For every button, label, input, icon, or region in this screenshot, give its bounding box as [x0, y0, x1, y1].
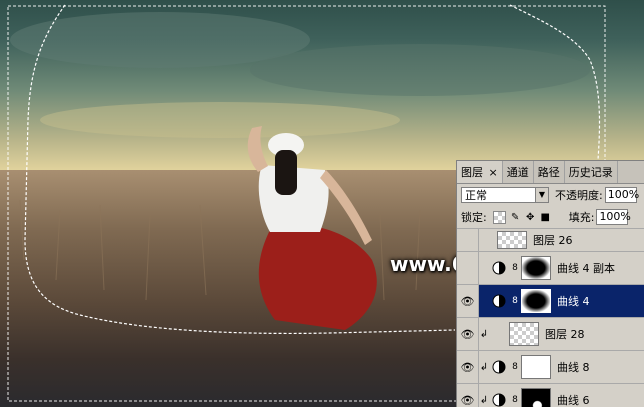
- layer-name: 曲线 6: [557, 394, 590, 407]
- fill-input[interactable]: 100%: [596, 209, 631, 225]
- layer-row[interactable]: 👁 ↲ 图层 28: [457, 317, 644, 350]
- clipping-arrow-icon: ↲: [479, 394, 489, 406]
- tab-history-label: 历史记录: [568, 166, 613, 179]
- layer-mask-thumbnail: [521, 355, 551, 379]
- clipping-arrow-icon: ↲: [479, 361, 489, 373]
- adjustment-layer-icon: [492, 294, 506, 308]
- layers-panel[interactable]: 图层 × 通道 路径 历史记录 正常 ▼ 不透明度: 100% 锁定: ✎ ✥ …: [456, 160, 644, 407]
- lock-icon[interactable]: ■: [540, 212, 551, 223]
- chain-link-icon[interactable]: 8: [511, 263, 519, 273]
- blend-row: 正常 ▼ 不透明度: 100%: [457, 184, 644, 206]
- layer-row[interactable]: 图层 26: [457, 228, 644, 251]
- blend-mode-select[interactable]: 正常 ▼: [461, 187, 549, 203]
- blend-mode-value: 正常: [465, 189, 487, 202]
- tab-channels[interactable]: 通道: [503, 161, 534, 183]
- chevron-down-icon[interactable]: ▼: [535, 188, 548, 202]
- layer-mask-thumbnail: [521, 388, 551, 407]
- adjustment-layer-icon: [492, 261, 506, 275]
- eye-icon[interactable]: 👁: [457, 351, 479, 383]
- layer-mask-thumbnail: [521, 256, 551, 280]
- fill-label: 填充:: [568, 211, 595, 224]
- eye-icon[interactable]: 👁: [457, 384, 479, 407]
- layer-row[interactable]: 8 曲线 4 副本: [457, 251, 644, 284]
- tab-layers[interactable]: 图层 ×: [457, 161, 503, 183]
- chain-link-icon[interactable]: 8: [511, 395, 519, 405]
- tab-channels-label: 通道: [506, 166, 529, 179]
- chain-link-icon[interactable]: 8: [511, 362, 519, 372]
- eye-icon[interactable]: 👁: [457, 318, 479, 350]
- tab-layers-label: 图层: [461, 166, 483, 179]
- layer-name: 图层 26: [533, 234, 573, 247]
- clipping-arrow-icon: ↲: [479, 328, 489, 340]
- close-icon[interactable]: ×: [489, 166, 498, 179]
- layer-thumbnail: [497, 231, 527, 249]
- layer-row[interactable]: 👁 ↲ 8 曲线 6: [457, 383, 644, 407]
- lock-row: 锁定: ✎ ✥ ■ 填充: 100%: [457, 206, 644, 228]
- opacity-input[interactable]: 100%: [604, 187, 639, 203]
- layer-name: 曲线 4 副本: [557, 262, 615, 275]
- tab-history[interactable]: 历史记录: [565, 161, 618, 183]
- document-canvas[interactable]: www.68ps.com 图层 × 通道 路径 历史记录 正常 ▼ 不透明度: …: [0, 0, 644, 407]
- layer-name: 曲线 8: [557, 361, 590, 374]
- tab-paths-label: 路径: [537, 166, 560, 179]
- layer-name: 曲线 4: [557, 295, 590, 308]
- adjustment-layer-icon: [492, 393, 506, 407]
- eye-icon[interactable]: [457, 229, 479, 251]
- opacity-label: 不透明度:: [555, 189, 603, 202]
- move-icon[interactable]: ✥: [525, 212, 536, 223]
- lock-transparency-icon[interactable]: [492, 210, 506, 224]
- layer-row-selected[interactable]: 👁 8 曲线 4: [457, 284, 644, 317]
- lock-label: 锁定:: [461, 211, 487, 224]
- brush-icon[interactable]: ✎: [510, 212, 521, 223]
- adjustment-layer-icon: [492, 360, 506, 374]
- panel-tabs: 图层 × 通道 路径 历史记录: [457, 161, 644, 184]
- layer-thumbnail: [509, 322, 539, 346]
- tab-paths[interactable]: 路径: [534, 161, 565, 183]
- eye-icon[interactable]: 👁: [457, 285, 479, 317]
- layer-name: 图层 28: [545, 328, 585, 341]
- woman-figure: [247, 126, 377, 330]
- eye-icon[interactable]: [457, 252, 479, 284]
- layer-mask-thumbnail: [521, 289, 551, 313]
- layer-row[interactable]: 👁 ↲ 8 曲线 8: [457, 350, 644, 383]
- chain-link-icon[interactable]: 8: [511, 296, 519, 306]
